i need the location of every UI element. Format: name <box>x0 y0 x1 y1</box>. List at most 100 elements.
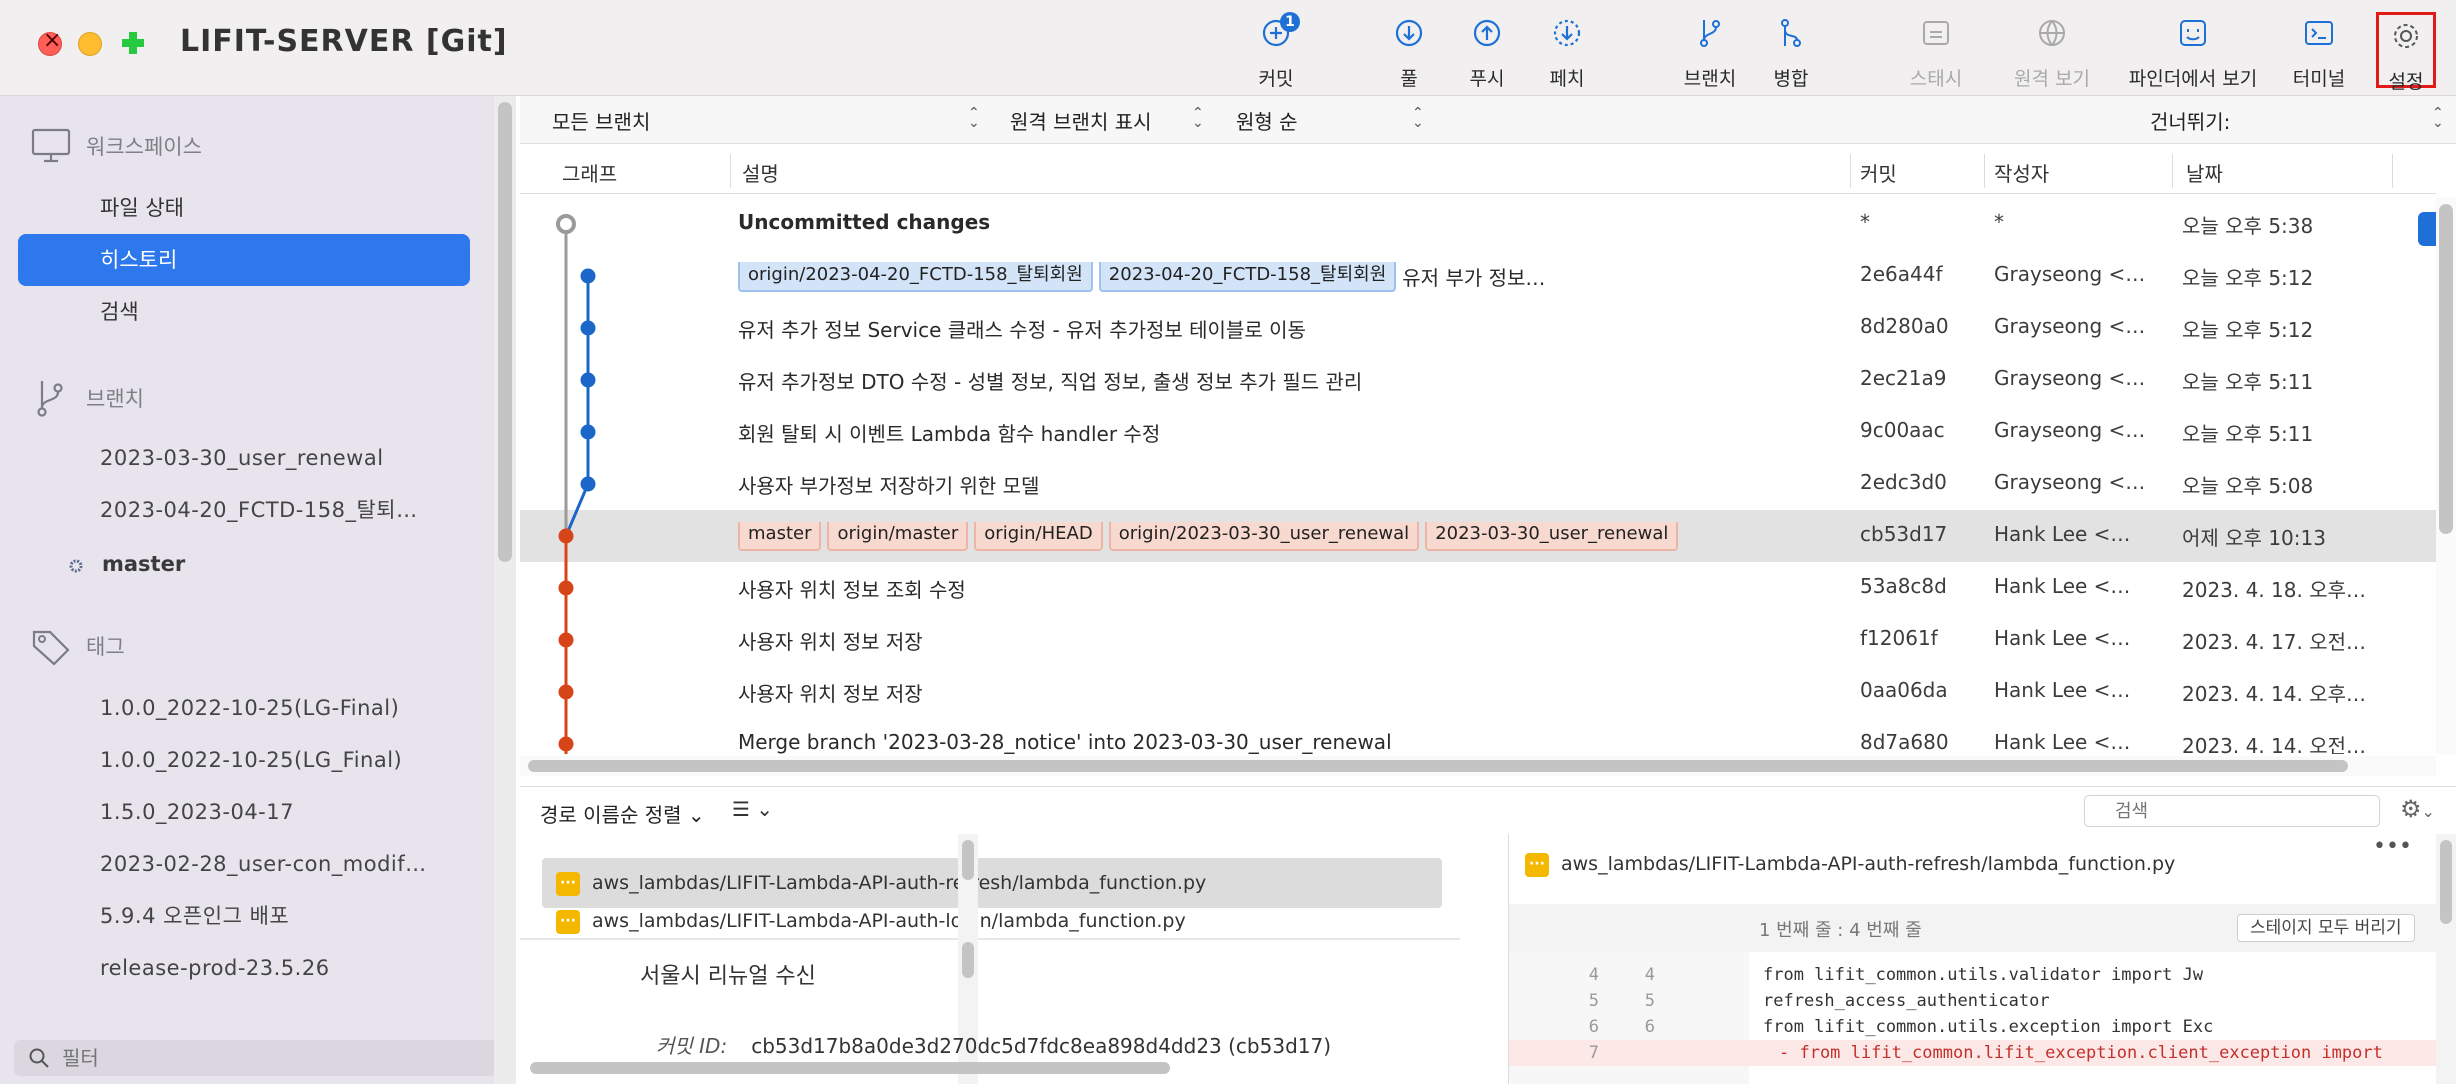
diff-search-input[interactable] <box>2084 795 2380 827</box>
sort-by-path-select[interactable]: 경로 이름순 정렬 ⌄ <box>540 799 705 828</box>
history-row[interactable]: Uncommitted changes * * 오늘 오후 5:38 <box>520 198 2436 250</box>
branch-label-tag[interactable]: origin/master <box>827 522 969 551</box>
settings-button[interactable]: 설정 <box>2376 12 2436 93</box>
diff-options-menu[interactable]: ⚙⌄ <box>2400 795 2435 823</box>
graph-commit-node[interactable] <box>558 632 574 648</box>
sidebar-filter[interactable] <box>14 1040 502 1076</box>
column-divider[interactable] <box>2172 154 2173 188</box>
sidebar-tag-item[interactable]: 2023-02-28_user-con_modif… <box>100 844 460 884</box>
graph-commit-node[interactable] <box>558 528 574 544</box>
sidebar-item-history[interactable]: 히스토리 <box>18 234 470 286</box>
fetch-button[interactable]: 페치 <box>1540 12 1594 90</box>
sidebar-section-workspace[interactable]: 워크스페이스 <box>30 126 202 166</box>
sidebar-item-file-status[interactable]: 파일 상태 <box>100 188 460 228</box>
sidebar-tag-item[interactable]: 1.5.0_2023-04-17 <box>100 792 460 832</box>
history-row[interactable]: 사용자 부가정보 저장하기 위한 모델 2edc3d0 Grayseong <… 오늘… <box>520 458 2436 510</box>
history-horizontal-scrollbar[interactable] <box>520 756 2436 776</box>
sidebar-tag-item[interactable]: 1.0.0_2022-10-25(LG_Final) <box>100 740 460 780</box>
sidebar-section-tags[interactable]: 태그 <box>30 626 125 666</box>
branch-label-tag[interactable]: master <box>738 522 822 551</box>
history-row[interactable]: 사용자 위치 정보 조회 수정 53a8c8d Hank Lee <… 2023. 4… <box>520 562 2436 614</box>
history-row[interactable]: 유저 추가 정보 Service 클래스 수정 - 유저 추가정보 테이블로 이… <box>520 302 2436 354</box>
branch-button[interactable]: 브랜치 <box>1680 12 1740 90</box>
zoom-window-button[interactable] <box>120 30 146 56</box>
graph-commit-node[interactable] <box>558 684 574 700</box>
column-divider[interactable] <box>1850 154 1851 188</box>
show-in-finder-button[interactable]: 파인더에서 보기 <box>2118 12 2268 90</box>
column-divider[interactable] <box>730 154 731 188</box>
sidebar-tag-item[interactable]: 1.0.0_2022-10-25(LG-Final) <box>100 688 460 728</box>
column-header-author[interactable]: 작성자 <box>1994 158 2049 187</box>
branch-filter-select[interactable]: 모든 브랜치 <box>552 106 650 135</box>
push-button[interactable]: 푸시 <box>1462 12 1512 90</box>
pull-button[interactable]: 풀 <box>1384 12 1434 90</box>
close-window-button[interactable] <box>38 28 62 56</box>
commit-button[interactable]: 1 커밋 <box>1244 12 1308 90</box>
sidebar-scrollbar-thumb[interactable] <box>498 102 512 562</box>
graph-commit-node[interactable] <box>558 580 574 596</box>
history-hscrollbar-thumb[interactable] <box>528 760 2348 772</box>
files-scrollbar-thumb[interactable] <box>962 840 974 880</box>
branch-label-tag[interactable]: origin/2023-04-20_FCTD-158_탈퇴회원 <box>738 262 1093 292</box>
history-vertical-scrollbar[interactable] <box>2436 198 2456 754</box>
commit-info-scrollbar-thumb[interactable] <box>962 942 974 978</box>
history-row[interactable]: master origin/master origin/HEAD origin/202… <box>520 510 2436 562</box>
graph-commit-node[interactable] <box>580 268 596 284</box>
history-row[interactable]: origin/2023-04-20_FCTD-158_탈퇴회원 2023-04-2… <box>520 250 2436 302</box>
graph-commit-node[interactable] <box>580 320 596 336</box>
sidebar-branch-item[interactable]: 2023-03-30_user_renewal <box>100 438 460 478</box>
remote-view-button[interactable]: 원격 보기 <box>2010 12 2094 90</box>
diff-line[interactable]: 5 5 refresh_access_authenticator <box>1509 988 2439 1014</box>
history-row[interactable]: 사용자 위치 정보 저장 f12061f Hank Lee <… 2023. 4. 1… <box>520 614 2436 666</box>
changed-file-row[interactable]: ··· aws_lambdas/LIFIT-Lambda-API-auth-ref… <box>542 858 1442 908</box>
history-row[interactable]: 회원 탈퇴 시 이벤트 Lambda 함수 handler 수정 9c00aac G… <box>520 406 2436 458</box>
merge-button[interactable]: 병합 <box>1766 12 1816 90</box>
stash-button[interactable]: 스태시 <box>1904 12 1968 90</box>
pane-divider[interactable] <box>520 938 1460 940</box>
terminal-button[interactable]: 터미널 <box>2286 12 2352 90</box>
order-select[interactable]: 원형 순 <box>1236 106 1298 135</box>
list-view-toggle[interactable]: ☰ ⌄ <box>732 797 773 821</box>
diff-scrollbar[interactable] <box>2436 834 2456 1084</box>
minimize-window-button[interactable] <box>78 32 102 56</box>
column-divider[interactable] <box>1984 154 1985 188</box>
branch-label-tag[interactable]: origin/HEAD <box>974 522 1103 551</box>
sidebar-item-search[interactable]: 검색 <box>100 292 460 332</box>
column-header-graph[interactable]: 그래프 <box>562 158 617 187</box>
files-horizontal-scrollbar[interactable] <box>520 1058 1480 1078</box>
sidebar-section-branches[interactable]: 브랜치 <box>30 378 144 418</box>
graph-commit-node[interactable] <box>556 214 576 234</box>
graph-commit-node[interactable] <box>580 424 596 440</box>
history-row[interactable]: 사용자 위치 정보 저장 0aa06da Hank Lee <… 2023. 4. 1… <box>520 666 2436 718</box>
discard-hunk-button[interactable]: 스테이지 모두 버리기 <box>2237 914 2415 942</box>
branch-label-tag[interactable]: 2023-03-30_user_renewal <box>1425 522 1679 551</box>
branch-label-tag[interactable]: 2023-04-20_FCTD-158_탈퇴회원 <box>1098 262 1397 292</box>
changed-file-row[interactable]: ··· aws_lambdas/LIFIT-Lambda-API-auth-log… <box>542 908 1442 934</box>
more-options-icon[interactable]: ••• <box>2373 834 2412 859</box>
sidebar-filter-input[interactable] <box>62 1044 482 1072</box>
history-scrollbar-thumb[interactable] <box>2439 204 2453 534</box>
sidebar-branch-item-master[interactable]: master <box>102 544 462 584</box>
remote-branch-select[interactable]: 원격 브랜치 표시 <box>1010 106 1152 135</box>
column-header-commit[interactable]: 커밋 <box>1860 158 1897 187</box>
files-hscrollbar-thumb[interactable] <box>530 1062 1170 1074</box>
sidebar-branch-item[interactable]: 2023-04-20_FCTD-158_탈퇴… <box>100 490 460 530</box>
diff-line[interactable]: 7 - from lifit_common.lifit_exception.cli… <box>1509 1040 2439 1066</box>
sidebar-tag-item[interactable]: release-prod-23.5.26 <box>100 948 460 988</box>
diff-line[interactable]: 4 4 from lifit_common.utils.validator impo… <box>1509 962 2439 988</box>
updown-chevron-icon[interactable]: ⌃ ⌄ <box>2432 106 2444 130</box>
graph-commit-node[interactable] <box>580 476 596 492</box>
diff-scrollbar-thumb[interactable] <box>2440 840 2452 924</box>
graph-commit-node[interactable] <box>580 372 596 388</box>
sidebar-scrollbar[interactable] <box>494 96 516 1084</box>
history-row[interactable]: 유저 추가정보 DTO 수정 - 성별 정보, 직업 정보, 출생 정보 추가 … <box>520 354 2436 406</box>
diff-line[interactable]: 6 6 from lifit_common.utils.exception impo… <box>1509 1014 2439 1040</box>
column-header-date[interactable]: 날짜 <box>2186 158 2223 187</box>
history-row[interactable]: Merge branch '2023-03-28_notice' into 20… <box>520 718 2436 754</box>
branch-label-tag[interactable]: origin/2023-03-30_user_renewal <box>1108 522 1420 551</box>
column-header-description[interactable]: 설명 <box>742 158 779 187</box>
graph-commit-node[interactable] <box>558 736 574 752</box>
history-row-description: origin/2023-04-20_FCTD-158_탈퇴회원 2023-04-2… <box>738 262 1838 297</box>
sidebar-tag-item[interactable]: 5.9.4 오픈인그 배포 <box>100 896 460 936</box>
column-divider[interactable] <box>2392 154 2393 188</box>
